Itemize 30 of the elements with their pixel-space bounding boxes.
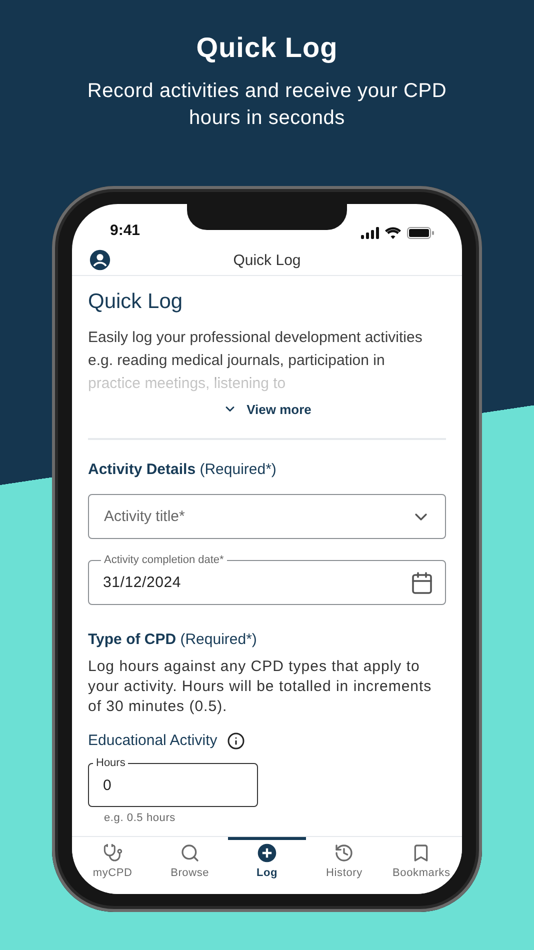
hours-field[interactable]: Hours 0 [88, 756, 258, 807]
hero-title: Quick Log [196, 31, 338, 65]
nav-tab[interactable]: Bookmarks [382, 837, 460, 894]
section-heading: Type of CPD (Required*) [88, 630, 258, 650]
view-more-button[interactable]: View more [218, 395, 316, 423]
nav-tab[interactable]: Browse [151, 837, 228, 894]
wifi-icon [385, 227, 401, 239]
history-icon [334, 843, 354, 863]
hero-subtitle: Record activities and receive your CPD hours in seconds [86, 79, 448, 131]
page-heading: Quick Log [88, 289, 184, 315]
hours-hint: e.g. 0.5 hours [104, 811, 176, 825]
search-icon [180, 843, 200, 863]
app-bar-title: Quick Log [233, 252, 301, 268]
nav-tab[interactable]: myCPD [74, 837, 152, 894]
nav-tab[interactable]: History [306, 837, 383, 894]
description-text: Easily log your professional development activities e.g. reading medical journals, participation in practice meetings, listening to [88, 328, 424, 394]
date-field[interactable]: Activity completion date* 31/12/2024 [88, 553, 446, 605]
signal-icon [361, 227, 379, 239]
status-time: 9:41 [110, 222, 140, 239]
nav-tab[interactable]: Log [228, 837, 306, 894]
add-icon [257, 843, 277, 863]
calendar-icon[interactable] [410, 570, 434, 594]
stethoscope-icon [102, 843, 123, 863]
activity-title-select[interactable]: Activity title* [88, 494, 446, 539]
section-heading: Activity Details (Required*) [88, 460, 278, 480]
account-icon[interactable] [89, 249, 111, 271]
info-icon[interactable] [227, 732, 246, 750]
battery-icon [407, 227, 434, 239]
cpd-info-text: Log hours against any CPD types that apply to your activity. Hours will be totalled in increments of 30 minutes (0.5). [88, 657, 433, 717]
cpd-type-label: Educational Activity [88, 731, 218, 751]
